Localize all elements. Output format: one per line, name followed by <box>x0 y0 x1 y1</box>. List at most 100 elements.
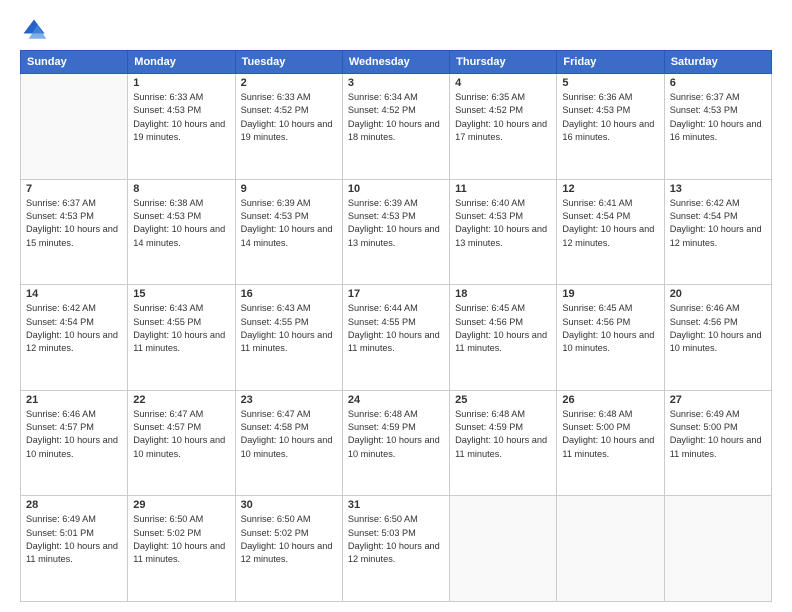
page: SundayMondayTuesdayWednesdayThursdayFrid… <box>0 0 792 612</box>
calendar-cell: 7 Sunrise: 6:37 AMSunset: 4:53 PMDaylight… <box>21 179 128 285</box>
day-number: 24 <box>348 394 444 406</box>
day-info: Sunrise: 6:44 AMSunset: 4:55 PMDaylight:… <box>348 302 444 355</box>
day-info: Sunrise: 6:43 AMSunset: 4:55 PMDaylight:… <box>133 302 229 355</box>
day-info: Sunrise: 6:38 AMSunset: 4:53 PMDaylight:… <box>133 197 229 250</box>
calendar-cell: 15 Sunrise: 6:43 AMSunset: 4:55 PMDayligh… <box>128 285 235 391</box>
logo-icon <box>20 16 48 44</box>
calendar-week-row: 1Sunrise: 6:33 AMSunset: 4:53 PMDaylight… <box>21 74 772 180</box>
day-info: Sunrise: 6:50 AMSunset: 5:03 PMDaylight:… <box>348 513 444 566</box>
day-number: 30 <box>241 499 337 511</box>
day-info: Sunrise: 6:40 AMSunset: 4:53 PMDaylight:… <box>455 197 551 250</box>
calendar-cell: 31 Sunrise: 6:50 AMSunset: 5:03 PMDayligh… <box>342 496 449 602</box>
weekday-header-row: SundayMondayTuesdayWednesdayThursdayFrid… <box>21 51 772 74</box>
day-info: Sunrise: 6:37 AMSunset: 4:53 PMDaylight:… <box>670 91 766 144</box>
day-number: 3 <box>348 77 444 89</box>
day-number: 26 <box>562 394 658 406</box>
day-number: 22 <box>133 394 229 406</box>
day-number: 10 <box>348 183 444 195</box>
day-number: 6 <box>670 77 766 89</box>
day-info: Sunrise: 6:34 AMSunset: 4:52 PMDaylight:… <box>348 91 444 144</box>
weekday-header-saturday: Saturday <box>664 51 771 74</box>
day-number: 21 <box>26 394 122 406</box>
day-info: Sunrise: 6:42 AMSunset: 4:54 PMDaylight:… <box>670 197 766 250</box>
calendar-cell: 17 Sunrise: 6:44 AMSunset: 4:55 PMDayligh… <box>342 285 449 391</box>
day-info: Sunrise: 6:49 AMSunset: 5:01 PMDaylight:… <box>26 513 122 566</box>
calendar-cell: 9 Sunrise: 6:39 AMSunset: 4:53 PMDaylight… <box>235 179 342 285</box>
calendar-cell: 11 Sunrise: 6:40 AMSunset: 4:53 PMDayligh… <box>450 179 557 285</box>
calendar-cell: 21Sunrise: 6:46 AMSunset: 4:57 PMDayligh… <box>21 390 128 496</box>
day-info: Sunrise: 6:50 AMSunset: 5:02 PMDaylight:… <box>133 513 229 566</box>
day-info: Sunrise: 6:33 AMSunset: 4:52 PMDaylight:… <box>241 91 337 144</box>
weekday-header-tuesday: Tuesday <box>235 51 342 74</box>
weekday-header-friday: Friday <box>557 51 664 74</box>
weekday-header-wednesday: Wednesday <box>342 51 449 74</box>
day-number: 1 <box>133 77 229 89</box>
day-info: Sunrise: 6:45 AMSunset: 4:56 PMDaylight:… <box>455 302 551 355</box>
day-info: Sunrise: 6:50 AMSunset: 5:02 PMDaylight:… <box>241 513 337 566</box>
day-number: 29 <box>133 499 229 511</box>
calendar-cell: 13 Sunrise: 6:42 AMSunset: 4:54 PMDayligh… <box>664 179 771 285</box>
day-info: Sunrise: 6:42 AMSunset: 4:54 PMDaylight:… <box>26 302 122 355</box>
day-info: Sunrise: 6:41 AMSunset: 4:54 PMDaylight:… <box>562 197 658 250</box>
day-number: 23 <box>241 394 337 406</box>
day-info: Sunrise: 6:49 AMSunset: 5:00 PMDaylight:… <box>670 408 766 461</box>
day-number: 5 <box>562 77 658 89</box>
calendar-cell: 28 Sunrise: 6:49 AMSunset: 5:01 PMDayligh… <box>21 496 128 602</box>
day-info: Sunrise: 6:48 AMSunset: 4:59 PMDaylight:… <box>455 408 551 461</box>
day-number: 19 <box>562 288 658 300</box>
calendar-cell: 1Sunrise: 6:33 AMSunset: 4:53 PMDaylight… <box>128 74 235 180</box>
day-number: 9 <box>241 183 337 195</box>
day-number: 11 <box>455 183 551 195</box>
day-number: 14 <box>26 288 122 300</box>
day-number: 13 <box>670 183 766 195</box>
calendar-cell: 6 Sunrise: 6:37 AMSunset: 4:53 PMDaylight… <box>664 74 771 180</box>
calendar-table: SundayMondayTuesdayWednesdayThursdayFrid… <box>20 50 772 602</box>
calendar-cell: 8 Sunrise: 6:38 AMSunset: 4:53 PMDaylight… <box>128 179 235 285</box>
day-number: 7 <box>26 183 122 195</box>
calendar-cell <box>664 496 771 602</box>
day-info: Sunrise: 6:37 AMSunset: 4:53 PMDaylight:… <box>26 197 122 250</box>
day-info: Sunrise: 6:36 AMSunset: 4:53 PMDaylight:… <box>562 91 658 144</box>
calendar-cell <box>450 496 557 602</box>
day-number: 17 <box>348 288 444 300</box>
day-number: 25 <box>455 394 551 406</box>
day-number: 27 <box>670 394 766 406</box>
calendar-cell: 19 Sunrise: 6:45 AMSunset: 4:56 PMDayligh… <box>557 285 664 391</box>
day-number: 8 <box>133 183 229 195</box>
calendar-cell: 10Sunrise: 6:39 AMSunset: 4:53 PMDayligh… <box>342 179 449 285</box>
day-number: 4 <box>455 77 551 89</box>
calendar-week-row: 7 Sunrise: 6:37 AMSunset: 4:53 PMDaylight… <box>21 179 772 285</box>
day-info: Sunrise: 6:35 AMSunset: 4:52 PMDaylight:… <box>455 91 551 144</box>
calendar-cell: 12Sunrise: 6:41 AMSunset: 4:54 PMDayligh… <box>557 179 664 285</box>
calendar-cell: 27 Sunrise: 6:49 AMSunset: 5:00 PMDayligh… <box>664 390 771 496</box>
day-info: Sunrise: 6:45 AMSunset: 4:56 PMDaylight:… <box>562 302 658 355</box>
day-number: 20 <box>670 288 766 300</box>
calendar-cell: 5 Sunrise: 6:36 AMSunset: 4:53 PMDaylight… <box>557 74 664 180</box>
calendar-cell: 29 Sunrise: 6:50 AMSunset: 5:02 PMDayligh… <box>128 496 235 602</box>
day-info: Sunrise: 6:39 AMSunset: 4:53 PMDaylight:… <box>241 197 337 250</box>
calendar-cell <box>21 74 128 180</box>
weekday-header-sunday: Sunday <box>21 51 128 74</box>
day-info: Sunrise: 6:47 AMSunset: 4:58 PMDaylight:… <box>241 408 337 461</box>
calendar-cell: 16 Sunrise: 6:43 AMSunset: 4:55 PMDayligh… <box>235 285 342 391</box>
day-number: 18 <box>455 288 551 300</box>
calendar-cell: 18 Sunrise: 6:45 AMSunset: 4:56 PMDayligh… <box>450 285 557 391</box>
day-info: Sunrise: 6:48 AMSunset: 5:00 PMDaylight:… <box>562 408 658 461</box>
calendar-week-row: 28 Sunrise: 6:49 AMSunset: 5:01 PMDayligh… <box>21 496 772 602</box>
day-number: 31 <box>348 499 444 511</box>
calendar-cell: 26 Sunrise: 6:48 AMSunset: 5:00 PMDayligh… <box>557 390 664 496</box>
logo <box>20 16 52 44</box>
calendar-cell: 25 Sunrise: 6:48 AMSunset: 4:59 PMDayligh… <box>450 390 557 496</box>
day-number: 15 <box>133 288 229 300</box>
calendar-cell <box>557 496 664 602</box>
calendar-cell: 20Sunrise: 6:46 AMSunset: 4:56 PMDayligh… <box>664 285 771 391</box>
day-number: 16 <box>241 288 337 300</box>
calendar-cell: 22Sunrise: 6:47 AMSunset: 4:57 PMDayligh… <box>128 390 235 496</box>
calendar-cell: 30 Sunrise: 6:50 AMSunset: 5:02 PMDayligh… <box>235 496 342 602</box>
calendar-cell: 3 Sunrise: 6:34 AMSunset: 4:52 PMDaylight… <box>342 74 449 180</box>
day-number: 28 <box>26 499 122 511</box>
calendar-cell: 23 Sunrise: 6:47 AMSunset: 4:58 PMDayligh… <box>235 390 342 496</box>
calendar-cell: 4 Sunrise: 6:35 AMSunset: 4:52 PMDaylight… <box>450 74 557 180</box>
day-info: Sunrise: 6:43 AMSunset: 4:55 PMDaylight:… <box>241 302 337 355</box>
calendar-cell: 14 Sunrise: 6:42 AMSunset: 4:54 PMDayligh… <box>21 285 128 391</box>
